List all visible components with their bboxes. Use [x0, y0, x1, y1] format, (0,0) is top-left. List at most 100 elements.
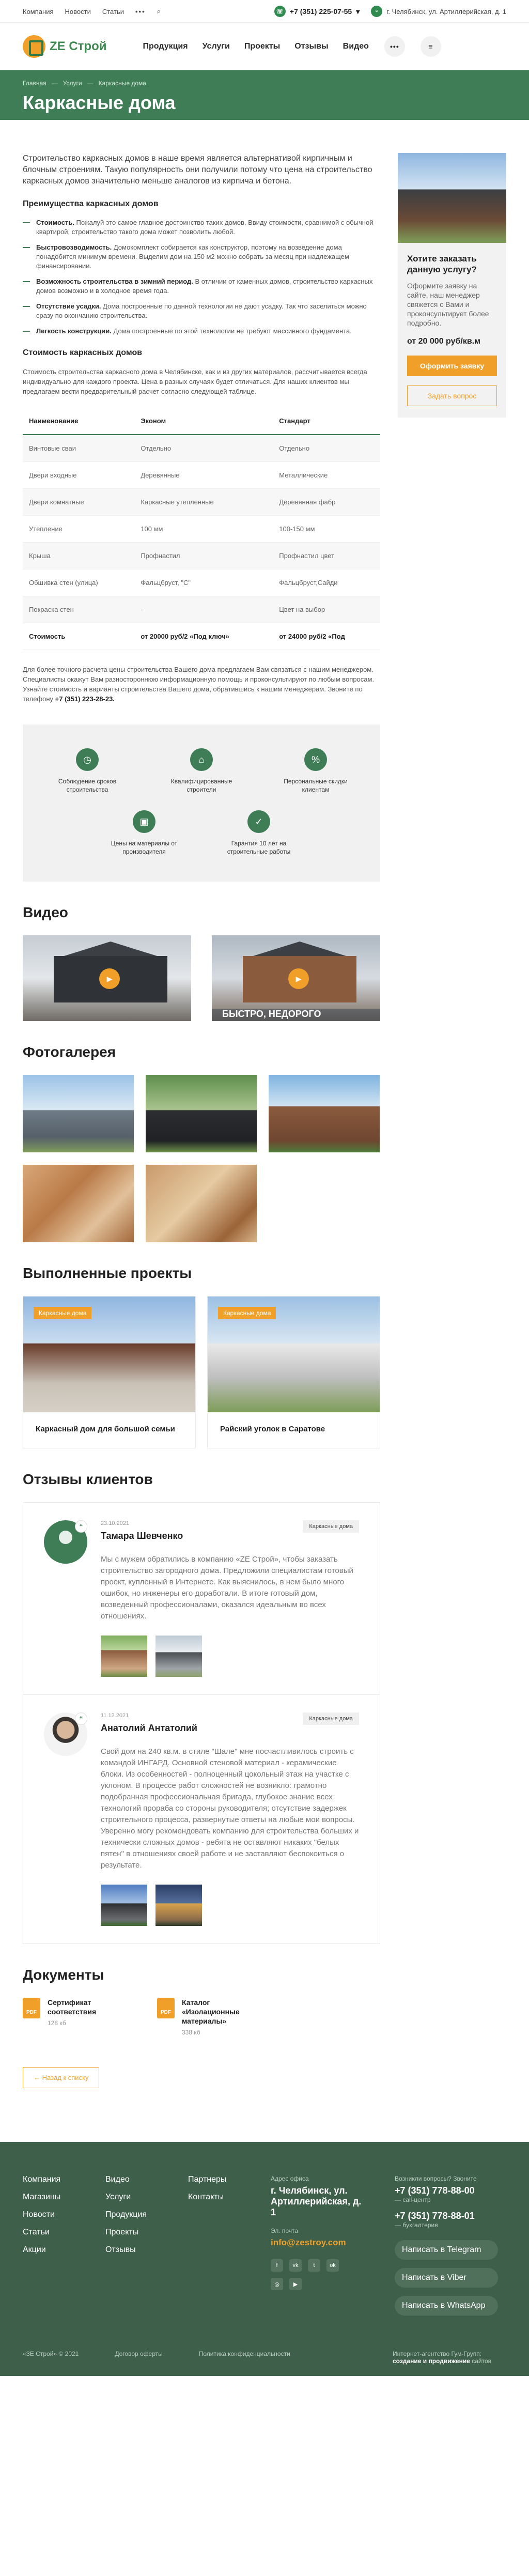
- youtube-icon[interactable]: ▶: [289, 2278, 302, 2290]
- footer-nav-col-2: Видео Услуги Продукция Проекты Отзывы: [105, 2175, 147, 2263]
- footer-link[interactable]: Статьи: [23, 2228, 60, 2237]
- review-photo[interactable]: [155, 1885, 202, 1926]
- reviews-title: Отзывы клиентов: [23, 1471, 153, 1487]
- topbar-link-company[interactable]: Компания: [23, 8, 54, 16]
- nav-projects[interactable]: Проекты: [244, 42, 280, 51]
- benefit-label: Квалифицированные строители: [170, 778, 232, 793]
- gallery-photo[interactable]: [146, 1075, 257, 1152]
- table-row: Утепление 100 мм 100-150 мм: [23, 515, 380, 543]
- footer-link[interactable]: Услуги: [105, 2193, 147, 2202]
- benefits-block: ◷ Соблюдение сроков строительства ⌂ Квал…: [23, 724, 380, 882]
- review-card: “ 11.12.2021 Анатолий Антатолий Каркасны…: [23, 1695, 380, 1943]
- footer-link[interactable]: Магазины: [23, 2193, 60, 2202]
- footer-link[interactable]: Продукция: [105, 2210, 147, 2219]
- benefit-item: ▣ Цены на материалы от производителя: [100, 810, 188, 856]
- chevron-down-icon: ▾: [356, 7, 360, 16]
- table-row: Винтовые сваи Отдельно Отдельно: [23, 435, 380, 462]
- benefit-item: ⌂ Квалифицированные строители: [158, 748, 245, 794]
- breadcrumb-services[interactable]: Услуги: [63, 80, 82, 87]
- gallery-photo[interactable]: [146, 1165, 257, 1242]
- footer-link[interactable]: Видео: [105, 2175, 147, 2184]
- project-card[interactable]: Каркасные дома Каркасный дом для большой…: [23, 1296, 196, 1448]
- documents-list: PDF Сертификат соответствия 128 кб PDF К…: [23, 1998, 380, 2036]
- whatsapp-button[interactable]: Написать в WhatsApp: [395, 2296, 498, 2316]
- ask-question-button[interactable]: Задать вопрос: [407, 385, 497, 406]
- project-tag: Каркасные дома: [218, 1307, 276, 1319]
- topbar-address-text: г. Челябинск, ул. Артиллерийская, д. 1: [386, 7, 506, 16]
- logo-text: ZE Строй: [50, 39, 107, 53]
- table-header-row: Наименование Эконом Стандарт: [23, 408, 380, 435]
- wallet-icon: ▣: [133, 810, 155, 833]
- project-image: Каркасные дома: [23, 1297, 195, 1412]
- review-tag[interactable]: Каркасные дома: [303, 1713, 359, 1725]
- menu-icon[interactable]: ≡: [420, 36, 441, 57]
- projects-list: Каркасные дома Каркасный дом для большой…: [23, 1296, 380, 1448]
- play-icon[interactable]: ▶: [288, 968, 309, 989]
- facebook-icon[interactable]: f: [271, 2259, 283, 2272]
- nav-reviews[interactable]: Отзывы: [294, 42, 328, 51]
- video-card[interactable]: ▶ БЫСТРО, НЕДОРОГО: [212, 935, 380, 1021]
- telegram-button[interactable]: Написать в Telegram: [395, 2240, 498, 2260]
- video-card[interactable]: ▶: [23, 935, 191, 1021]
- play-icon[interactable]: ▶: [99, 968, 120, 989]
- topbar-more-button[interactable]: •••: [135, 8, 146, 16]
- breadcrumb-home[interactable]: Главная: [23, 80, 46, 87]
- header-more-button[interactable]: •••: [384, 36, 405, 57]
- twitter-icon[interactable]: t: [308, 2259, 320, 2272]
- odnoklassniki-icon[interactable]: ok: [326, 2259, 339, 2272]
- review-photo[interactable]: [101, 1636, 147, 1677]
- footer-nav-col-3: Партнеры Контакты: [188, 2175, 226, 2210]
- footer-link[interactable]: Проекты: [105, 2228, 147, 2237]
- viber-button[interactable]: Написать в Viber: [395, 2268, 498, 2288]
- project-card[interactable]: Каркасные дома Райский уголок в Саратове: [207, 1296, 380, 1448]
- list-item: Отсутствие усадки. Дома построенные по д…: [23, 302, 380, 320]
- back-to-list-button[interactable]: ← Назад к списку: [23, 2067, 100, 2088]
- benefit-label: Цены на материалы от производителя: [111, 840, 178, 855]
- review-text: Свой дом на 240 кв.м. в стиле "Шале" мне…: [101, 1747, 359, 1870]
- footer-link[interactable]: Новости: [23, 2210, 60, 2219]
- footer-link[interactable]: Отзывы: [105, 2245, 147, 2255]
- sidebar-image: [398, 153, 506, 243]
- table-header: Стандарт: [273, 408, 380, 435]
- instagram-icon[interactable]: ◎: [271, 2278, 283, 2290]
- privacy-link[interactable]: Политика конфиденциальности: [199, 2350, 290, 2365]
- gallery-photo[interactable]: [23, 1165, 134, 1242]
- footer-link[interactable]: Партнеры: [188, 2175, 226, 2184]
- project-name[interactable]: Каркасный дом для большой семьи: [23, 1412, 195, 1448]
- footer-phones: Возникли вопросы? Звоните +7 (351) 778-8…: [395, 2175, 508, 2324]
- gallery-photo[interactable]: [269, 1075, 380, 1152]
- table-row: Покраска стен - Цвет на выбор: [23, 596, 380, 623]
- gallery-photo[interactable]: [23, 1075, 134, 1152]
- logo[interactable]: ZE Строй: [23, 35, 107, 58]
- nav-video[interactable]: Видео: [343, 42, 369, 51]
- review-photo[interactable]: [101, 1885, 147, 1926]
- footer-phone-1[interactable]: +7 (351) 778-88-00: [395, 2185, 508, 2196]
- offer-link[interactable]: Договор оферты: [115, 2350, 162, 2365]
- site-footer: Компания Магазины Новости Статьи Акции В…: [0, 2142, 529, 2376]
- nav-services[interactable]: Услуги: [203, 42, 230, 51]
- review-photo[interactable]: [155, 1636, 202, 1677]
- topbar-phone[interactable]: ☏ +7 (351) 225-07-55 ▾: [274, 6, 360, 17]
- topbar-link-news[interactable]: Новости: [65, 8, 91, 16]
- document-link[interactable]: PDF Сертификат соответствия 128 кб: [23, 1998, 126, 2036]
- order-button[interactable]: Оформить заявку: [407, 356, 497, 376]
- footer-bottom: «ЗЕ Строй» © 2021 Договор оферты Политик…: [23, 2350, 506, 2365]
- topbar-link-articles[interactable]: Статьи: [102, 8, 124, 16]
- nav-products[interactable]: Продукция: [143, 42, 188, 51]
- review-tag[interactable]: Каркасные дома: [303, 1520, 359, 1533]
- footer-link[interactable]: Контакты: [188, 2193, 226, 2202]
- table-row: Обшивка стен (улица) Фальцбруст, "С" Фальц…: [23, 569, 380, 596]
- footer-link[interactable]: Компания: [23, 2175, 60, 2184]
- project-name[interactable]: Райский уголок в Саратове: [208, 1412, 380, 1448]
- search-icon[interactable]: ⌕: [157, 7, 161, 16]
- document-link[interactable]: PDF Каталог «Изолационные материалы» 338…: [157, 1998, 260, 2036]
- list-item: Стоимость. Пожалуй это самое главное дос…: [23, 218, 380, 237]
- footer-phone-2[interactable]: +7 (351) 778-88-01: [395, 2211, 508, 2222]
- developer-credit[interactable]: Интернет-агентство Гум-Групп: создание и…: [393, 2350, 506, 2365]
- vk-icon[interactable]: vk: [289, 2259, 302, 2272]
- contact-phone-link[interactable]: +7 (351) 223-28-23.: [55, 695, 115, 703]
- document-size: 128 кб: [48, 2019, 66, 2027]
- advantages-title: Преимущества каркасных домов: [23, 199, 159, 208]
- footer-link[interactable]: Акции: [23, 2245, 60, 2255]
- footer-email[interactable]: info@zestroy.com: [271, 2238, 369, 2248]
